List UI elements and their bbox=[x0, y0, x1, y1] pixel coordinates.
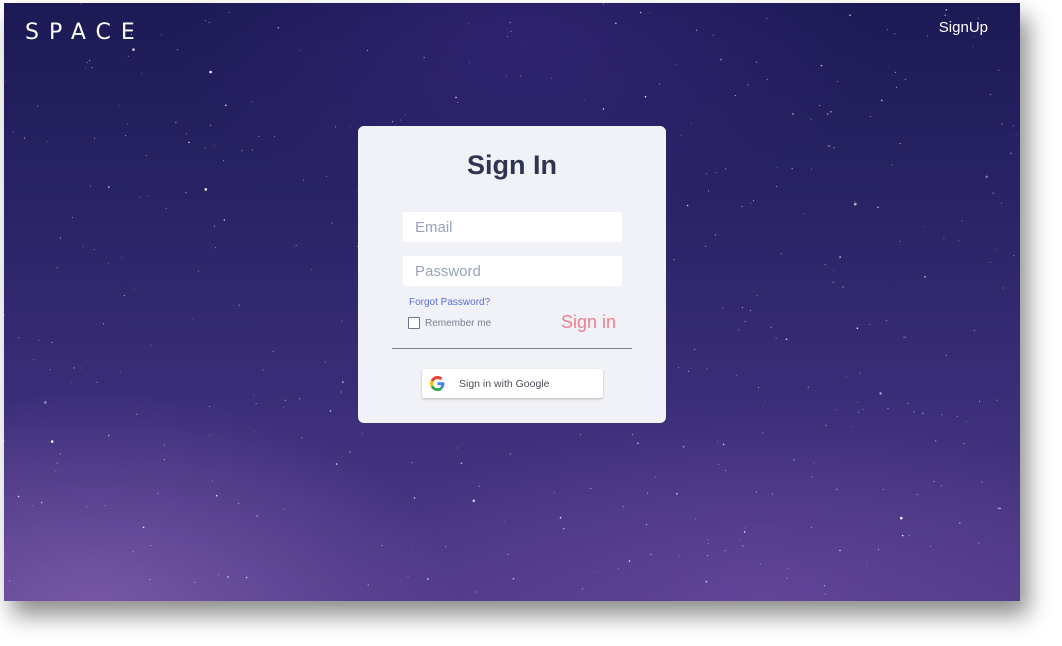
signin-title: Sign In bbox=[467, 150, 557, 180]
email-input[interactable] bbox=[403, 212, 622, 242]
signin-button[interactable]: Sign in bbox=[561, 312, 616, 333]
signup-link[interactable]: SignUp bbox=[939, 19, 988, 36]
space-logo[interactable]: SPACE bbox=[25, 20, 145, 45]
remember-me: Remember me bbox=[408, 317, 491, 329]
divider bbox=[392, 348, 632, 349]
app-window: SPACE SignUp Sign In Forgot Password? Re… bbox=[4, 3, 1020, 601]
google-signin-button[interactable]: Sign in with Google bbox=[422, 369, 603, 398]
google-g-icon bbox=[430, 376, 445, 391]
password-input[interactable] bbox=[403, 256, 622, 286]
forgot-password-link[interactable]: Forgot Password? bbox=[409, 297, 490, 308]
remember-me-label: Remember me bbox=[425, 317, 492, 329]
google-signin-label: Sign in with Google bbox=[459, 377, 550, 390]
remember-me-checkbox[interactable] bbox=[408, 317, 420, 329]
signin-card: Sign In Forgot Password? Remember me Sig… bbox=[358, 126, 666, 423]
